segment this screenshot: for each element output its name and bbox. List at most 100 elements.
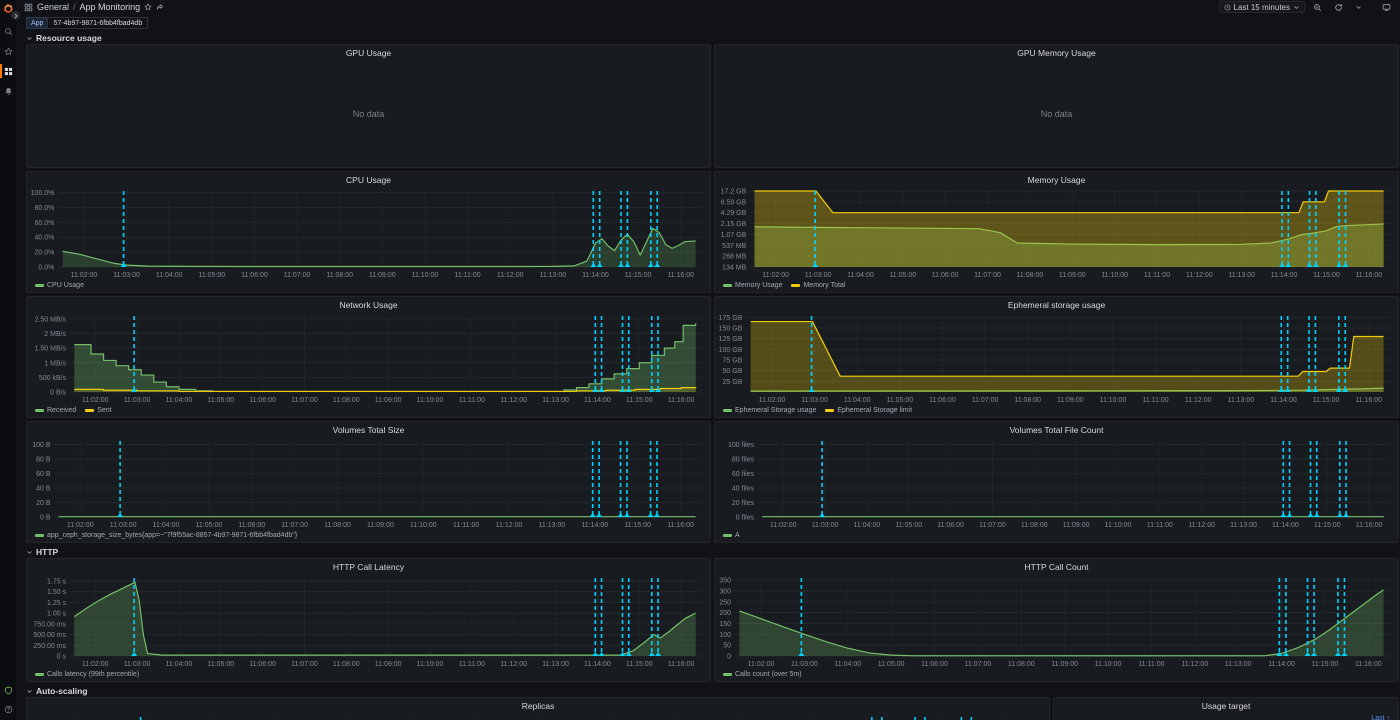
chart-http-call-count[interactable]: 11:02:0011:03:0011:04:0011:05:0011:06:00… [715, 574, 1398, 669]
panel-ephemeral-storage-usage: Ephemeral storage usage11:02:0011:03:001… [714, 296, 1399, 418]
svg-text:11:16:00: 11:16:00 [668, 661, 695, 668]
refresh-interval-picker[interactable] [1351, 1, 1366, 13]
panel-title-ephemeral-storage-usage[interactable]: Ephemeral storage usage [715, 297, 1398, 312]
svg-text:11:12:00: 11:12:00 [1185, 397, 1212, 404]
svg-text:11:10:00: 11:10:00 [412, 272, 439, 279]
legend-item[interactable]: Calls count (over 5m) [723, 671, 802, 678]
row-header-resource-usage[interactable]: Resource usage [26, 32, 1399, 44]
legend-item[interactable]: A [723, 532, 740, 539]
panel-body-http-call-count: 11:02:0011:03:0011:04:0011:05:0011:06:00… [715, 574, 1398, 669]
panel-title-network-usage[interactable]: Network Usage [27, 297, 710, 312]
svg-text:11:11:00: 11:11:00 [453, 522, 479, 529]
legend-series-label: Calls count (over 5m) [735, 671, 802, 678]
svg-text:20 B: 20 B [36, 500, 51, 507]
svg-text:11:08:00: 11:08:00 [333, 661, 360, 668]
svg-text:100.0%: 100.0% [31, 190, 55, 197]
sidebar-nav-top [0, 24, 16, 98]
svg-text:11:06:00: 11:06:00 [249, 397, 276, 404]
svg-text:11:11:00: 11:11:00 [1142, 397, 1168, 404]
panel-title-http-call-latency[interactable]: HTTP Call Latency [27, 559, 710, 574]
legend-series-color [791, 284, 800, 287]
chart-cpu-usage[interactable]: 11:02:0011:03:0011:04:0011:05:0011:06:00… [27, 187, 710, 280]
panel-memory-usage: Memory Usage11:02:0011:03:0011:04:0011:0… [714, 171, 1399, 293]
sidebar-item-server-admin[interactable] [0, 683, 16, 697]
chart-ephemeral-storage-usage[interactable]: 11:02:0011:03:0011:04:0011:05:0011:06:00… [715, 312, 1398, 405]
panel-body-http-call-latency: 11:02:0011:03:0011:04:0011:05:0011:06:00… [27, 574, 710, 669]
variable-value-dropdown[interactable]: 57-4b97-9871-6fbb4fbad4db [47, 17, 148, 29]
refresh-button[interactable] [1330, 1, 1347, 13]
svg-text:80 B: 80 B [36, 457, 51, 464]
zoom-out-button[interactable] [1309, 1, 1326, 13]
chart-volumes-total-size[interactable]: 11:02:0011:03:0011:04:0011:05:0011:06:00… [27, 437, 710, 530]
svg-text:0.0%: 0.0% [38, 265, 54, 272]
legend-sort-header[interactable]: Last ↑ [1371, 715, 1390, 720]
svg-text:20 files: 20 files [732, 500, 755, 507]
chart-memory-usage[interactable]: 11:02:0011:03:0011:04:0011:05:0011:06:00… [715, 187, 1398, 280]
svg-text:11:04:00: 11:04:00 [854, 522, 881, 529]
sidebar-item-alerting[interactable] [0, 84, 16, 98]
time-range-picker[interactable]: Last 15 minutes [1219, 1, 1305, 13]
svg-text:11:11:00: 11:11:00 [1144, 272, 1170, 279]
svg-text:11:05:00: 11:05:00 [196, 522, 223, 529]
star-dashboard-icon[interactable] [144, 3, 152, 11]
svg-text:0 B/s: 0 B/s [50, 390, 66, 397]
legend-item[interactable]: Sent [85, 407, 111, 414]
legend-item[interactable]: Calls latency (99th percentile) [35, 671, 139, 678]
chart-replicas[interactable]: 11:02:0011:03:0011:04:0011:05:0011:06:00… [27, 713, 1049, 720]
svg-text:11:16:00: 11:16:00 [1355, 397, 1382, 404]
svg-text:11:11:00: 11:11:00 [1138, 661, 1164, 668]
panel-title-volumes-total-size[interactable]: Volumes Total Size [27, 422, 710, 437]
svg-text:11:16:00: 11:16:00 [668, 397, 695, 404]
svg-text:134 MB: 134 MB [722, 265, 746, 272]
legend-series-label: Sent [97, 407, 111, 414]
row-header-http[interactable]: HTTP [26, 546, 1399, 558]
legend-item[interactable]: Received [35, 407, 76, 414]
chart-volumes-total-file-count[interactable]: 11:02:0011:03:0011:04:0011:05:0011:06:00… [715, 437, 1398, 530]
panel-title-gpu-usage[interactable]: GPU Usage [27, 45, 710, 60]
legend-item[interactable]: Ephemeral Storage limit [825, 407, 912, 414]
svg-text:11:03:00: 11:03:00 [113, 272, 140, 279]
svg-text:1.25 s: 1.25 s [47, 600, 67, 607]
panel-title-gpu-memory-usage[interactable]: GPU Memory Usage [715, 45, 1398, 60]
svg-text:11:16:00: 11:16:00 [1355, 661, 1382, 668]
svg-text:11:07:00: 11:07:00 [979, 522, 1006, 529]
panel-body-memory-usage: 11:02:0011:03:0011:04:0011:05:0011:06:00… [715, 187, 1398, 280]
row-title-http: HTTP [36, 547, 58, 557]
legend-item[interactable]: app_ceph_storage_size_bytes{app=~"7f9f55… [35, 532, 297, 539]
panel-network-usage: Network Usage11:02:0011:03:0011:04:0011:… [26, 296, 711, 418]
kiosk-mode-button[interactable] [1378, 1, 1395, 13]
chevron-down-icon [1355, 4, 1362, 11]
panel-title-http-call-count[interactable]: HTTP Call Count [715, 559, 1398, 574]
chart-network-usage[interactable]: 11:02:0011:03:0011:04:0011:05:0011:06:00… [27, 312, 710, 405]
svg-text:11:12:00: 11:12:00 [1181, 661, 1208, 668]
chart-http-call-latency[interactable]: 11:02:0011:03:0011:04:0011:05:0011:06:00… [27, 574, 710, 669]
svg-text:11:14:00: 11:14:00 [584, 397, 611, 404]
legend-volumes-total-file-count: A [715, 530, 1398, 542]
breadcrumb-folder[interactable]: General [37, 2, 69, 12]
svg-text:11:03:00: 11:03:00 [110, 522, 137, 529]
panel-title-volumes-total-file-count[interactable]: Volumes Total File Count [715, 422, 1398, 437]
svg-text:11:13:00: 11:13:00 [1225, 661, 1252, 668]
sidebar-item-help[interactable] [0, 702, 16, 716]
legend-item[interactable]: Ephemeral Storage usage [723, 407, 816, 414]
sidebar-item-starred[interactable] [0, 44, 16, 58]
panel-title-usage-target[interactable]: Usage target [1054, 698, 1398, 713]
panel-title-memory-usage[interactable]: Memory Usage [715, 172, 1398, 187]
row-header-auto-scaling[interactable]: Auto-scaling [26, 685, 1399, 697]
svg-text:11:16:00: 11:16:00 [1355, 272, 1382, 279]
legend-item[interactable]: Memory Total [791, 282, 845, 289]
legend-series-label: Memory Total [803, 282, 845, 289]
panel-title-cpu-usage[interactable]: CPU Usage [27, 172, 710, 187]
sidebar-item-search[interactable] [0, 24, 16, 38]
svg-text:11:02:00: 11:02:00 [770, 522, 797, 529]
legend-network-usage: Received Sent [27, 405, 710, 417]
svg-text:11:11:00: 11:11:00 [1147, 522, 1173, 529]
main-area: General / App Monitoring Last 15 minutes [16, 0, 1400, 720]
share-dashboard-icon[interactable] [156, 3, 164, 11]
svg-text:11:12:00: 11:12:00 [497, 272, 524, 279]
panel-title-replicas[interactable]: Replicas [27, 698, 1049, 713]
legend-item[interactable]: CPU Usage [35, 282, 84, 289]
sidebar-expand-button[interactable] [11, 11, 20, 20]
sidebar-item-dashboards[interactable] [0, 64, 16, 78]
legend-item[interactable]: Memory Usage [723, 282, 782, 289]
